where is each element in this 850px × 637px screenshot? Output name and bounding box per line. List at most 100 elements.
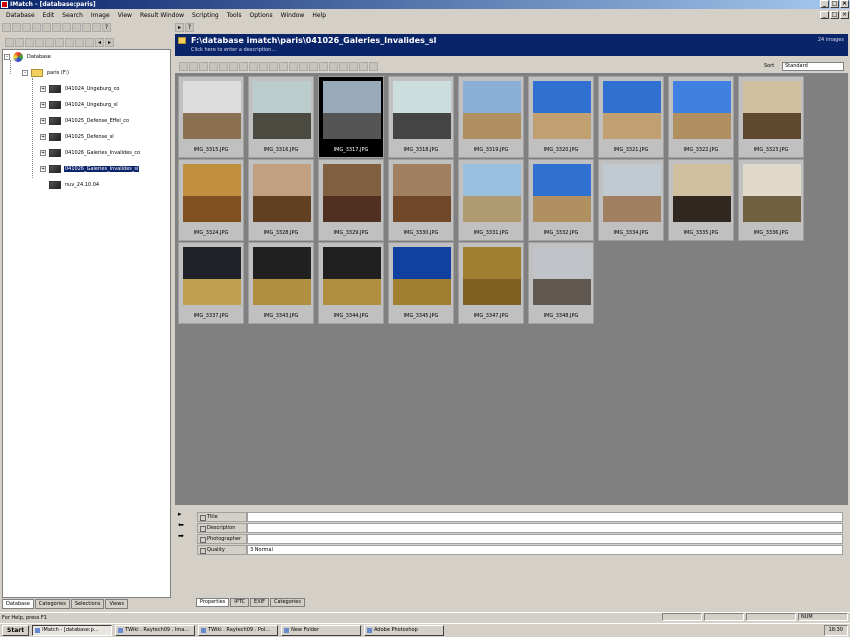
menu-item-help[interactable]: Help xyxy=(308,12,330,19)
thumbnail[interactable]: IMG_3319.JPG xyxy=(458,76,524,158)
help-cursor-icon[interactable]: ? xyxy=(185,22,194,32)
thumbnail[interactable]: IMG_3345.JPG xyxy=(388,242,454,324)
tab-properties[interactable]: Properties xyxy=(196,598,230,607)
save-icon[interactable] xyxy=(22,22,31,32)
cut-icon[interactable] xyxy=(42,22,51,32)
sort-select[interactable]: Standard xyxy=(782,62,844,71)
start-button[interactable]: Start xyxy=(2,625,30,636)
print-tree-icon[interactable] xyxy=(55,38,64,47)
close-button[interactable]: × xyxy=(840,0,849,8)
settings-icon[interactable] xyxy=(369,61,378,71)
mark-icon[interactable] xyxy=(85,38,94,47)
taskbar-button[interactable]: Adobe Photoshop xyxy=(364,625,445,636)
expand-toggle[interactable]: + xyxy=(40,150,46,156)
collapse-toggle[interactable]: - xyxy=(4,54,10,60)
tree-item[interactable]: +041026_Galeries_Invalides_co xyxy=(40,148,141,158)
thumbnail[interactable]: IMG_3316.JPG xyxy=(248,76,314,158)
next-icon[interactable]: ▸ xyxy=(175,22,184,32)
menu-item-database[interactable]: Database xyxy=(2,12,39,19)
tab-exif[interactable]: EXIF xyxy=(250,598,269,607)
property-value[interactable] xyxy=(247,534,843,544)
thumbnail[interactable]: IMG_3347.JPG xyxy=(458,242,524,324)
print-icon[interactable] xyxy=(32,22,41,32)
find-icon[interactable] xyxy=(65,38,74,47)
refresh-icon[interactable] xyxy=(92,22,101,32)
maximize-button[interactable]: □ xyxy=(830,0,839,8)
prev-arrow-icon[interactable]: ⬅ xyxy=(178,521,184,529)
thumbnail[interactable]: IMG_3348.JPG xyxy=(528,242,594,324)
next-arrow-icon[interactable]: ➡ xyxy=(178,532,184,540)
rename-icon[interactable] xyxy=(309,61,318,71)
delete-icon[interactable] xyxy=(72,22,81,32)
thumbnail[interactable]: IMG_3320.JPG xyxy=(528,76,594,158)
tab-iptc[interactable]: IPTC xyxy=(230,598,250,607)
open-database-icon[interactable] xyxy=(12,22,21,32)
info-icon[interactable] xyxy=(359,61,368,71)
add-folder-icon[interactable] xyxy=(15,38,24,47)
thumbnail[interactable]: IMG_3334.JPG xyxy=(598,159,664,241)
paste-icon[interactable] xyxy=(62,22,71,32)
mdi-close-button[interactable]: × xyxy=(840,11,849,19)
minimize-button[interactable]: _ xyxy=(820,0,829,8)
tab-database[interactable]: Database xyxy=(2,599,34,609)
thumbnail[interactable]: IMG_3337.JPG xyxy=(178,242,244,324)
expand-toggle[interactable]: + xyxy=(40,134,46,140)
thumbnail[interactable]: IMG_3317.JPG xyxy=(318,76,384,158)
collapse-toggle[interactable]: - xyxy=(22,70,28,76)
new-database-icon[interactable] xyxy=(2,22,11,32)
thumbnail[interactable]: IMG_3328.JPG xyxy=(248,159,314,241)
taskbar-button[interactable]: IMatch - [database:p... xyxy=(32,625,113,636)
properties-icon[interactable] xyxy=(82,22,91,32)
thumbnail[interactable]: IMG_3329.JPG xyxy=(318,159,384,241)
thumbnail[interactable]: IMG_3322.JPG xyxy=(668,76,734,158)
select-all-icon[interactable] xyxy=(279,61,288,71)
tree-item[interactable]: +041024_Ungeburg_co xyxy=(40,84,120,94)
menu-item-tools[interactable]: Tools xyxy=(223,12,246,19)
tree-root[interactable]: Database xyxy=(26,54,52,60)
tab-categories[interactable]: Categories xyxy=(269,598,305,607)
property-value[interactable]: 3 Normal xyxy=(247,545,843,555)
taskbar-button[interactable]: TWiki . Raytech09 . Ima... xyxy=(115,625,196,636)
menu-item-image[interactable]: Image xyxy=(87,12,114,19)
thumbnail[interactable]: IMG_3332.JPG xyxy=(528,159,594,241)
menu-item-view[interactable]: View xyxy=(114,12,136,19)
property-value[interactable] xyxy=(247,512,843,522)
menu-item-options[interactable]: Options xyxy=(246,12,277,19)
tab-categories[interactable]: Categories xyxy=(34,599,70,609)
menu-item-scripting[interactable]: Scripting xyxy=(188,12,223,19)
tree-item[interactable]: nuv_24.10.04 xyxy=(40,180,100,190)
remove-folder-icon[interactable] xyxy=(25,38,34,47)
property-value[interactable] xyxy=(247,523,843,533)
taskbar-button[interactable]: New Folder xyxy=(281,625,362,636)
view-medium-icon[interactable] xyxy=(189,61,198,71)
rotate-left-icon[interactable] xyxy=(229,61,238,71)
edit-icon[interactable] xyxy=(249,61,258,71)
tree-folder[interactable]: paris (F:) xyxy=(46,70,70,76)
print-icon[interactable] xyxy=(329,61,338,71)
compare-icon[interactable] xyxy=(269,61,278,71)
mdi-minimize-button[interactable]: _ xyxy=(820,11,829,19)
copy-icon[interactable] xyxy=(289,61,298,71)
expand-toggle[interactable]: + xyxy=(40,86,46,92)
thumbnail[interactable]: IMG_3336.JPG xyxy=(738,159,804,241)
forward-icon[interactable]: ▸ xyxy=(105,38,114,47)
thumbnail[interactable]: IMG_3330.JPG xyxy=(388,159,454,241)
thumbnail[interactable]: IMG_3324.JPG xyxy=(178,159,244,241)
taskbar-button[interactable]: TWiki . Raytech09 . Pol... xyxy=(198,625,279,636)
save-tree-icon[interactable] xyxy=(45,38,54,47)
tab-selections[interactable]: Selections xyxy=(70,599,105,609)
thumbnail[interactable]: IMG_3315.JPG xyxy=(178,76,244,158)
filter-icon[interactable] xyxy=(75,38,84,47)
export-icon[interactable] xyxy=(339,61,348,71)
zoom-icon[interactable] xyxy=(349,61,358,71)
thumbnail[interactable]: IMG_3331.JPG xyxy=(458,159,524,241)
grid-icon[interactable] xyxy=(219,61,228,71)
mdi-restore-button[interactable]: □ xyxy=(830,11,839,19)
thumbnail[interactable]: IMG_3323.JPG xyxy=(738,76,804,158)
tree-item[interactable]: +041025_Defense_sl xyxy=(40,132,115,142)
slideshow-icon[interactable] xyxy=(259,61,268,71)
view-small-icon[interactable] xyxy=(179,61,188,71)
view-large-icon[interactable] xyxy=(199,61,208,71)
tree-item[interactable]: +041025_Defense_Effel_co xyxy=(40,116,130,126)
move-icon[interactable] xyxy=(299,61,308,71)
